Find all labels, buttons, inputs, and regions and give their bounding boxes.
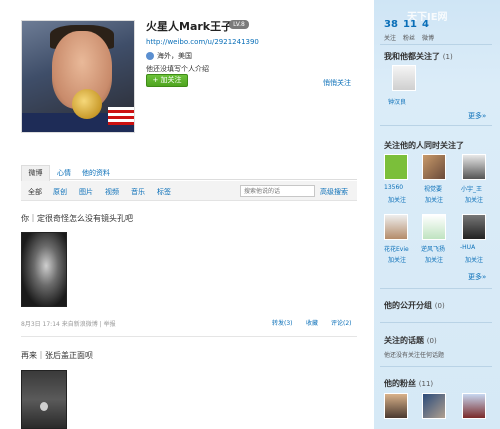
user-avatar[interactable]: [462, 393, 486, 419]
filter-music[interactable]: 音乐: [131, 187, 145, 197]
user-name[interactable]: 钟汉良: [388, 97, 406, 106]
sidebar-divider: [380, 322, 492, 323]
user-avatar[interactable]: [462, 154, 486, 180]
tab-weibo[interactable]: 微博: [21, 165, 50, 181]
user-name[interactable]: 花花Evie: [384, 244, 409, 253]
topics-empty-text: 他还没有关注任何话题: [384, 352, 445, 359]
user-name[interactable]: 13560: [384, 184, 403, 191]
following-label: 关注: [384, 35, 397, 42]
public-groups-title: 他的公开分组 (0): [384, 301, 445, 310]
post-image[interactable]: [21, 232, 67, 307]
user-name[interactable]: 逆风飞扬: [421, 244, 445, 253]
more-link[interactable]: 更多»: [468, 111, 486, 121]
level-badge: LV.8: [229, 20, 249, 29]
topics-title: 关注的话题 (0): [384, 336, 437, 345]
posts-label: 微博: [422, 35, 435, 42]
follow-link[interactable]: 加关注: [388, 255, 406, 264]
follow-button[interactable]: + 加关注: [146, 74, 188, 87]
comment-link[interactable]: 评论(2): [331, 318, 352, 327]
user-avatar[interactable]: [392, 65, 416, 91]
advanced-search-link[interactable]: 高级搜索: [320, 187, 348, 197]
user-avatar[interactable]: [462, 214, 486, 240]
filter-all[interactable]: 全部: [28, 187, 42, 197]
tab-mood[interactable]: 心情: [57, 168, 71, 178]
filter-video[interactable]: 视频: [105, 187, 119, 197]
profile-location: 海外，美国: [157, 52, 192, 60]
follow-link[interactable]: 加关注: [425, 255, 443, 264]
user-avatar[interactable]: [384, 214, 408, 240]
user-avatar[interactable]: [384, 154, 408, 180]
user-avatar[interactable]: [384, 393, 408, 419]
gender-icon: [146, 52, 154, 60]
whisper-follow-link[interactable]: 悄悄关注: [323, 78, 351, 88]
post-divider: [21, 336, 357, 337]
mutual-follow-title: 关注他的人同时关注了: [384, 141, 464, 150]
profile-bio: 他还没填写个人介绍: [146, 65, 209, 73]
follow-link[interactable]: 加关注: [465, 255, 483, 264]
user-name[interactable]: 小宇_王: [461, 184, 482, 193]
follow-link[interactable]: 加关注: [465, 195, 483, 204]
sidebar-divider: [380, 125, 492, 126]
user-avatar[interactable]: [422, 393, 446, 419]
profile-name: 火星人Mark王子: [146, 20, 233, 33]
fans-label: 粉丝: [403, 35, 416, 42]
user-name[interactable]: 视觉要: [424, 184, 442, 193]
posts-count[interactable]: 4: [422, 19, 429, 30]
profile-avatar: [21, 20, 135, 133]
flag-icon: [108, 107, 134, 125]
post-image[interactable]: [21, 370, 67, 429]
follow-link[interactable]: 加关注: [388, 195, 406, 204]
fans-count[interactable]: 11: [403, 19, 417, 30]
post-meta: 8月3日 17:14 来自新浪微博 | 举报: [21, 321, 116, 328]
gold-medal-icon: [72, 89, 102, 119]
common-follow-title: 我和他都关注了 (1): [384, 52, 453, 61]
more-link[interactable]: 更多»: [468, 272, 486, 282]
search-input[interactable]: [240, 185, 315, 197]
favorite-link[interactable]: 收藏: [306, 318, 318, 327]
follow-link[interactable]: 加关注: [425, 195, 443, 204]
repost-link[interactable]: 转发(3): [272, 318, 293, 327]
fans-title: 他的粉丝 (11): [384, 379, 434, 388]
sidebar-divider: [380, 366, 492, 367]
post-text: 再来｜张后盖正面呗: [21, 351, 93, 360]
sidebar-divider: [380, 44, 492, 45]
user-avatar[interactable]: [422, 154, 446, 180]
tab-profile[interactable]: 他的资料: [82, 168, 110, 178]
tab-bar: [21, 165, 357, 180]
user-avatar[interactable]: [422, 214, 446, 240]
sidebar-divider: [380, 288, 492, 289]
profile-url[interactable]: http://weibo.com/u/2921241390: [146, 38, 259, 46]
user-name[interactable]: -HUA: [460, 244, 475, 251]
filter-tags[interactable]: 标签: [157, 187, 171, 197]
filter-original[interactable]: 原创: [53, 187, 67, 197]
filter-images[interactable]: 图片: [79, 187, 93, 197]
apple-logo-icon: [40, 402, 48, 411]
following-count[interactable]: 38: [384, 19, 398, 30]
post-text: 你｜定很奇怪怎么没有镜头孔吧: [21, 214, 133, 223]
